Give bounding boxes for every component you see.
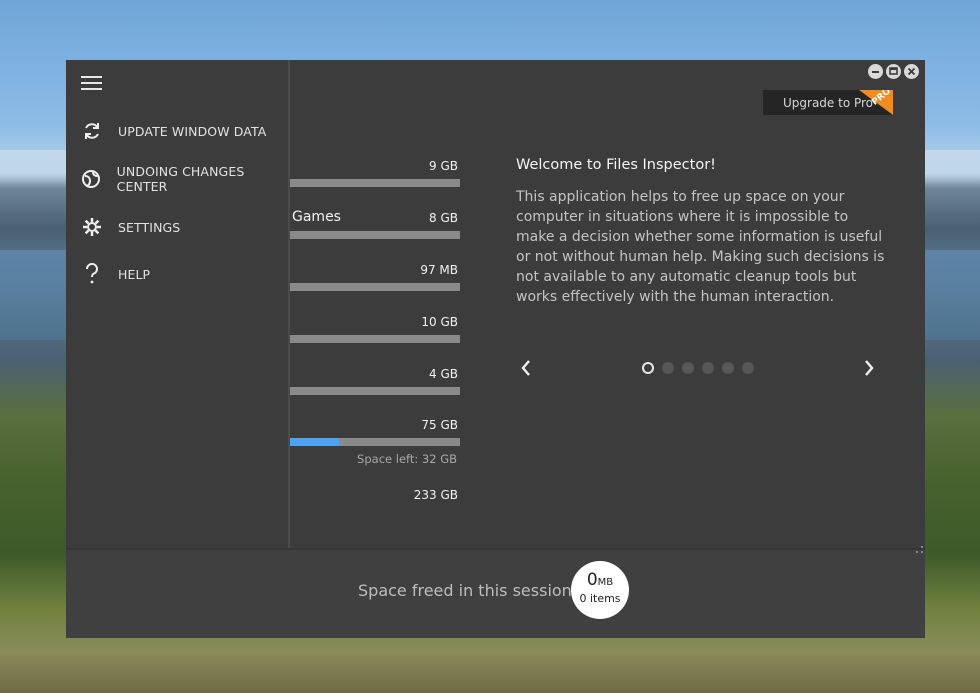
drive-size: 9 GB xyxy=(429,159,458,173)
drive-usage-bar xyxy=(290,387,460,395)
freed-number: 0 xyxy=(586,570,598,590)
chevron-left-icon[interactable] xyxy=(518,358,534,378)
carousel-dot[interactable] xyxy=(742,362,754,374)
space-freed-label: Space freed in this session: xyxy=(358,581,578,600)
drive-size: 97 MB xyxy=(420,263,458,277)
resize-grip[interactable] xyxy=(916,546,923,553)
drive-size: 233 GB xyxy=(413,488,458,502)
drive-usage-bar xyxy=(290,283,460,291)
drive-usage-bar xyxy=(290,179,460,187)
drive-size: 8 GB xyxy=(429,211,458,225)
carousel-dots xyxy=(642,362,754,374)
sidebar-item-label: UNDOING CHANGES CENTER xyxy=(116,164,245,194)
carousel-dot[interactable] xyxy=(722,362,734,374)
drive-size: 10 GB xyxy=(421,315,458,329)
sidebar-item-label: UPDATE WINDOW DATA xyxy=(118,123,267,139)
sidebar-item-label: SETTINGS xyxy=(118,219,181,235)
space-freed-badge: 0MB 0 items xyxy=(571,561,629,619)
maximize-icon[interactable] xyxy=(886,64,901,79)
welcome-title: Welcome to Files Inspector! xyxy=(516,157,716,173)
drive-usage-bar xyxy=(290,231,460,239)
carousel-dot[interactable] xyxy=(642,362,654,374)
close-icon[interactable] xyxy=(904,64,919,79)
welcome-body: This application helps to free up space … xyxy=(516,189,885,305)
sidebar: UPDATE WINDOW DATA UNDOING CHANGES CENTE… xyxy=(66,60,288,548)
space-freed-value: 0MB xyxy=(571,570,629,593)
footer: Space freed in this session: 0MB 0 items xyxy=(66,548,925,638)
carousel-dot[interactable] xyxy=(662,362,674,374)
window-controls xyxy=(868,64,919,79)
drive-usage-bar xyxy=(290,335,460,343)
carousel-dot[interactable] xyxy=(682,362,694,374)
carousel-dot[interactable] xyxy=(702,362,714,374)
drive-size: 4 GB xyxy=(429,367,458,381)
gear-icon xyxy=(81,216,103,238)
app-window: UPDATE WINDOW DATA UNDOING CHANGES CENTE… xyxy=(66,60,925,638)
sidebar-item-undoing-changes-center[interactable]: UNDOING CHANGES CENTER xyxy=(66,161,288,197)
drive-usage-bar xyxy=(290,438,460,446)
sidebar-divider xyxy=(288,60,290,548)
drive-size: 75 GB xyxy=(421,418,458,432)
sidebar-item-settings[interactable]: SETTINGS xyxy=(66,209,288,245)
drive-name: Games xyxy=(292,209,341,225)
sidebar-item-label: HELP xyxy=(118,266,151,282)
undo-globe-icon xyxy=(81,168,102,190)
sidebar-item-help[interactable]: HELP xyxy=(66,256,288,292)
freed-unit: MB xyxy=(597,577,614,588)
drive-space-left: Space left: 32 GB xyxy=(357,452,457,466)
question-icon xyxy=(81,263,103,285)
hamburger-menu-icon[interactable] xyxy=(81,74,103,92)
freed-items-count: 0 items xyxy=(579,592,621,605)
refresh-icon xyxy=(81,120,103,142)
sidebar-item-update-window-data[interactable]: UPDATE WINDOW DATA xyxy=(66,113,288,149)
chevron-right-icon[interactable] xyxy=(861,358,877,378)
upgrade-to-pro-button[interactable]: Upgrade to Pro PRO xyxy=(763,90,893,115)
drive-usage-fill xyxy=(290,438,340,446)
minimize-icon[interactable] xyxy=(868,64,883,79)
